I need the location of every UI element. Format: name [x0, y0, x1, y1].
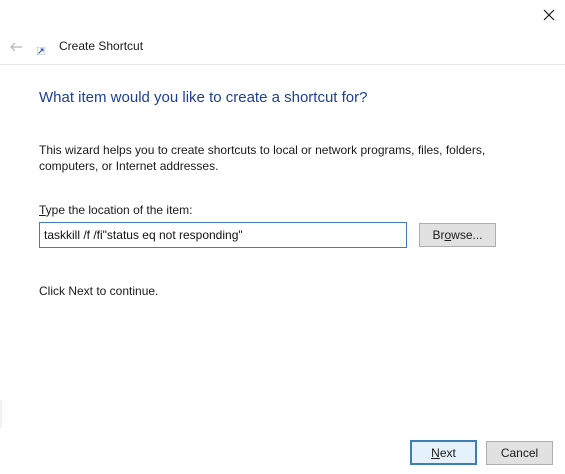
browse-label-b: wse...: [451, 228, 483, 242]
shortcut-icon: [37, 47, 45, 55]
location-label-mnemonic: T: [39, 203, 46, 217]
next-button[interactable]: Next: [410, 440, 477, 465]
close-icon: [543, 9, 554, 21]
browse-label-a: Br: [432, 228, 445, 242]
location-label: Type the location of the item:: [39, 203, 192, 217]
window-title: Create Shortcut: [59, 39, 144, 53]
footer-divider: [0, 400, 2, 428]
page-heading: What item would you like to create a sho…: [39, 89, 368, 106]
location-input[interactable]: [39, 222, 407, 248]
wizard-description: This wizard helps you to create shortcut…: [39, 143, 486, 173]
back-button[interactable]: [6, 38, 26, 56]
next-label-text: ext: [439, 445, 456, 460]
continue-hint: Click Next to continue.: [39, 284, 159, 298]
close-button[interactable]: [532, 0, 565, 30]
next-label-mnemonic: N: [431, 445, 440, 460]
wizard-header: Create Shortcut: [0, 30, 565, 65]
location-label-text: ype the location of the item:: [45, 203, 193, 217]
back-arrow-icon: [10, 42, 22, 52]
cancel-button[interactable]: Cancel: [486, 441, 553, 465]
browse-button[interactable]: Br o wse...: [419, 223, 496, 247]
